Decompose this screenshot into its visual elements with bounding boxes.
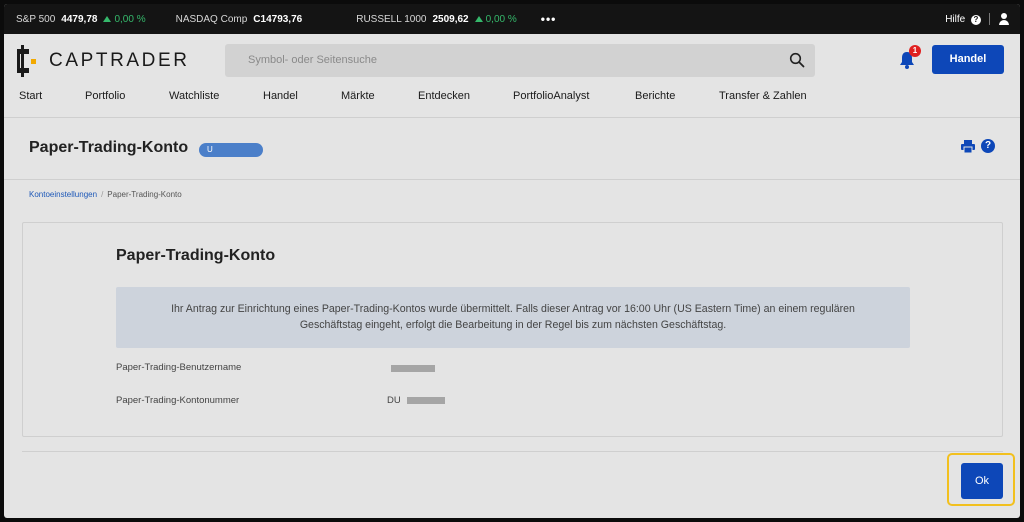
help-icon: ? [971,14,981,25]
more-tickers-button[interactable]: ••• [541,12,557,26]
main-header: CAPTRADER Symbol- oder Seitensuche 1 Han… [4,34,1020,118]
ticker-right-tools: Hilfe ? [945,4,1010,34]
page-title-bar: Paper-Trading-Konto U ? [4,118,1020,180]
ticker-name: RUSSELL 1000 [356,13,427,25]
ticker-value: C14793,76 [253,13,303,25]
breadcrumb-link-settings[interactable]: Kontoeinstellungen [29,190,97,199]
help-icon[interactable]: ? [981,139,995,153]
nav-item-portfolio[interactable]: Portfolio [85,90,169,110]
info-message-line: Geschäftstag eingeht, erfolgt die Bearbe… [299,319,727,331]
app-window: S&P 500 4479,78 0,00 % NASDAQ Comp C1479… [4,4,1020,518]
nav-item-entdecken[interactable]: Entdecken [418,90,513,110]
username-value-redacted [391,365,435,372]
ticker-change: 0,00 % [114,13,146,25]
username-label: Paper-Trading-Benutzername [116,362,242,373]
nav-item-portfolioanalyst[interactable]: PortfolioAnalyst [513,90,635,110]
paper-trading-card: Paper-Trading-Konto Ihr Antrag zur Einri… [22,222,1003,437]
account-number-prefix: DU [387,395,401,406]
up-arrow-icon [474,16,483,22]
account-selector-badge[interactable]: U [199,143,263,157]
search-placeholder: Symbol- oder Seitensuche [248,54,378,66]
account-number-label: Paper-Trading-Kontonummer [116,395,240,406]
ticker-name: NASDAQ Comp [175,13,248,25]
divider [989,13,990,25]
divider [22,451,1003,452]
up-arrow-icon [103,16,112,22]
card-title: Paper-Trading-Konto [116,247,276,264]
ok-button[interactable]: Ok [961,463,1003,499]
ok-button-highlight: Ok [947,453,1015,506]
page-title: Paper-Trading-Konto [29,139,189,156]
nav-item-maerkte[interactable]: Märkte [341,90,418,110]
nav-item-start[interactable]: Start [19,90,85,110]
logo-mark-icon [17,45,39,77]
notification-count-badge: 1 [909,45,921,57]
nav-item-handel[interactable]: Handel [263,90,341,110]
nav-item-watchliste[interactable]: Watchliste [169,90,263,110]
ticker-item-nasdaq[interactable]: NASDAQ Comp C14793,76 [176,14,309,25]
info-message-line: Ihr Antrag zur Einrichtung eines Paper-T… [171,303,855,315]
breadcrumb-separator: / [101,190,104,199]
info-message: Ihr Antrag zur Einrichtung eines Paper-T… [116,287,910,348]
search-icon[interactable] [789,52,805,68]
ticker-name: S&P 500 [16,13,56,25]
account-number-value-redacted [407,397,445,404]
ticker-item-sp500[interactable]: S&P 500 4479,78 0,00 % [16,14,146,25]
breadcrumb: Kontoeinstellungen / Paper-Trading-Konto [29,190,182,199]
help-label: Hilfe [945,13,966,25]
main-navigation: Start Portfolio Watchliste Handel Märkte… [19,90,807,110]
market-ticker-bar: S&P 500 4479,78 0,00 % NASDAQ Comp C1479… [4,4,1020,34]
trade-button[interactable]: Handel [932,45,1004,74]
nav-item-transfer[interactable]: Transfer & Zahlen [719,90,807,110]
ticker-value: 4479,78 [61,13,98,25]
search-input[interactable]: Symbol- oder Seitensuche [225,44,815,77]
help-link[interactable]: Hilfe ? [945,14,981,25]
nav-item-berichte[interactable]: Berichte [635,90,719,110]
ticker-value: 2509,62 [432,13,469,25]
user-icon[interactable] [998,13,1010,25]
logo-text: CAPTRADER [49,50,190,71]
captrader-logo[interactable]: CAPTRADER [17,44,190,78]
print-icon[interactable] [961,140,975,153]
ticker-item-russell[interactable]: RUSSELL 1000 2509,62 0,00 % [356,14,517,25]
breadcrumb-current: Paper-Trading-Konto [107,190,182,199]
ticker-change: 0,00 % [485,13,517,25]
